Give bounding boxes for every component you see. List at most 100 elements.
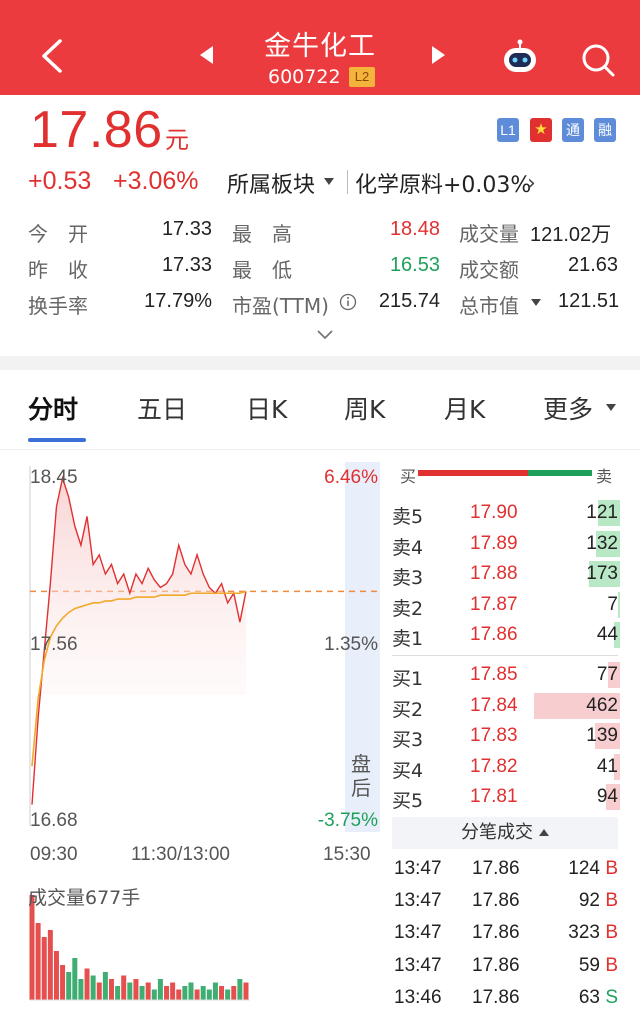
trade-time: 13:47	[394, 890, 442, 912]
volume-bar	[139, 986, 145, 1000]
mcap-label[interactable]: 总市值	[459, 290, 519, 319]
volume-bar	[164, 986, 170, 1000]
bid-level-row[interactable]: 买1 17.85 77	[390, 660, 620, 690]
info-icon[interactable]	[339, 293, 357, 311]
level-name: 卖1	[392, 628, 424, 650]
level-name: 卖2	[392, 597, 424, 620]
trade-row: 13:47 17.86 59 B	[392, 953, 622, 985]
bid-level-row[interactable]: 买3 17.83 139	[390, 721, 620, 751]
low-value: 16.53	[389, 254, 440, 276]
level-qty: 173	[586, 563, 618, 584]
volume-label: 成交量	[459, 222, 519, 246]
level-qty: 121	[586, 502, 618, 523]
y-tick-label: 18.45	[30, 467, 78, 488]
tab-five-day[interactable]: 五日	[137, 390, 187, 426]
x-tick-label: 09:30	[30, 844, 78, 865]
level-name: 卖4	[392, 536, 424, 559]
stock-code: 600722	[268, 66, 341, 88]
mcap-value: 121.51	[558, 290, 620, 312]
chevron-down-icon[interactable]	[324, 178, 334, 185]
open-value: 17.33	[161, 218, 212, 240]
high-label: 最 高	[232, 222, 292, 246]
volume-bar	[145, 982, 151, 1000]
trade-row: 13:47 17.86 323 B	[392, 920, 622, 952]
tick-trades-title: 分笔成交	[461, 822, 533, 843]
level-name: 买5	[392, 790, 424, 812]
prev-close-value: 17.33	[161, 254, 212, 276]
volume-label: 成交量677手	[28, 887, 141, 909]
trade-qty: 92	[578, 890, 600, 912]
volume-bar	[78, 979, 84, 1000]
trade-time: 13:47	[394, 954, 442, 976]
bid-level-row[interactable]: 买2 17.84 462	[390, 691, 620, 721]
prev-close-label: 昨 收	[28, 258, 88, 282]
trade-side: B	[605, 954, 618, 976]
pct-tick-label: 6.46%	[324, 467, 378, 488]
tab-weekly-k[interactable]: 周K	[344, 390, 385, 426]
level-qty: 139	[586, 725, 618, 746]
volume-bar	[60, 965, 66, 1000]
connect-badge[interactable]: 通	[562, 118, 584, 142]
sector-dropdown[interactable]: 所属板块	[227, 167, 315, 199]
trade-qty: 124	[568, 858, 600, 879]
section-gap	[0, 356, 640, 370]
tick-trades-header[interactable]: 分笔成交	[392, 817, 618, 849]
chevron-down-icon[interactable]	[606, 404, 616, 411]
divider	[392, 655, 618, 656]
level-price: 17.86	[470, 624, 518, 645]
chevron-down-icon[interactable]	[531, 299, 541, 306]
turnover-value: 17.79%	[144, 290, 212, 312]
volume-bar	[66, 972, 72, 1000]
volume-bar	[84, 968, 90, 1000]
depth-bar	[618, 591, 620, 618]
volume-bar	[72, 958, 78, 1000]
level-qty: 132	[586, 532, 618, 554]
volume-bar	[102, 972, 108, 1000]
trade-row: 13:46 17.86 63 S	[392, 985, 622, 1009]
tab-intraday[interactable]: 分时	[28, 390, 78, 426]
current-price: 17.86	[30, 101, 163, 159]
volume-bar	[212, 982, 218, 1000]
ask-level-row[interactable]: 卖2 17.87 7	[390, 590, 620, 620]
tab-monthly-k[interactable]: 月K	[444, 390, 485, 426]
expand-chevron-icon[interactable]	[316, 328, 334, 340]
chevron-right-icon[interactable]: ›	[527, 171, 536, 196]
level-qty: 77	[596, 664, 618, 685]
trade-price: 17.86	[472, 954, 520, 976]
level-name: 买4	[392, 759, 424, 782]
volume-bar	[188, 982, 194, 1000]
price-unit: 元	[165, 126, 189, 154]
ask-level-row[interactable]: 卖3 17.88 173	[390, 559, 620, 589]
bid-level-row[interactable]: 买4 17.82 41	[390, 752, 620, 782]
volume-bar	[115, 986, 121, 1000]
margin-badge[interactable]: 融	[594, 118, 616, 142]
x-tick-label: 11:30/13:00	[131, 844, 230, 865]
level-qty: 94	[596, 786, 618, 807]
level-price: 17.82	[470, 755, 518, 777]
trade-qty: 59	[578, 954, 600, 976]
search-icon[interactable]	[578, 40, 618, 80]
volume-bar	[133, 979, 139, 1000]
l1-badge[interactable]: L1	[497, 118, 519, 142]
tab-daily-k[interactable]: 日K	[246, 390, 287, 426]
level-price: 17.87	[470, 593, 518, 615]
robot-assistant-icon[interactable]	[500, 37, 540, 77]
intraday-chart[interactable]	[0, 455, 390, 1005]
volume-bar	[108, 979, 114, 1000]
level-name: 买3	[392, 729, 424, 751]
volume-bar	[90, 975, 96, 1000]
volume-bar	[127, 982, 133, 1000]
pct-tick-label: -3.75%	[317, 810, 378, 831]
turnover-label: 换手率	[28, 294, 88, 318]
ask-level-row[interactable]: 卖1 17.86 44	[390, 620, 620, 650]
volume-bar	[237, 979, 243, 1000]
ask-level-row[interactable]: 卖5 17.90 121	[390, 498, 620, 528]
next-stock-icon[interactable]	[432, 46, 445, 64]
tab-more[interactable]: 更多	[543, 390, 593, 426]
volume-bar	[53, 951, 59, 1000]
industry-link[interactable]: 化学原料+0.03%	[355, 167, 531, 199]
ask-level-row[interactable]: 卖4 17.89 132	[390, 529, 620, 559]
buy-strength-bar	[418, 470, 528, 476]
bid-level-row[interactable]: 买5 17.81 94	[390, 782, 620, 812]
volume-bar	[176, 989, 182, 1000]
